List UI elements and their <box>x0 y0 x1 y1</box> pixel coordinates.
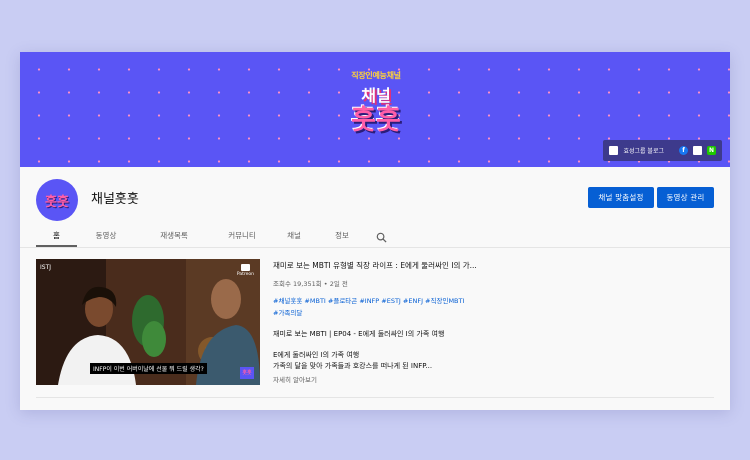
facebook-icon[interactable]: f <box>679 146 688 155</box>
brand-icon <box>240 264 250 271</box>
tab-channels[interactable]: 채널 <box>271 224 317 247</box>
video-info: 재미로 보는 MBTI 유형별 직장 라이프 : E에게 둘러싸인 I의 가..… <box>273 260 713 384</box>
thumbnail-brand-text: Patreon <box>236 272 254 277</box>
divider <box>20 247 730 248</box>
blog-icon <box>609 146 619 155</box>
description-line-1: E에게 둘러싸인 I의 가족 여행 <box>273 351 360 359</box>
divider <box>36 397 714 398</box>
channel-logo: 직장인예능채널 채널 훗훗 <box>331 70 421 152</box>
logo-mid-text: 채널 <box>361 86 391 105</box>
tab-videos[interactable]: 동영상 <box>77 224 135 247</box>
channel-header: 훗훗 채널훗훗 채널 맞춤설정 동영상 관리 홈 동영상 재생목록 커뮤니티 채… <box>20 167 730 247</box>
tab-home[interactable]: 홈 <box>36 224 77 247</box>
read-more-link[interactable]: 자세히 알아보기 <box>273 374 713 384</box>
logo-big-text: 훗훗 <box>351 105 401 136</box>
tab-community[interactable]: 커뮤니티 <box>213 224 271 247</box>
video-hashtags: #채널훗훗 #MBTI #플로타곤 #INFP #ESTJ #ENFJ #직장인… <box>273 295 503 319</box>
video-title[interactable]: 재미로 보는 MBTI 유형별 직장 라이프 : E에게 둘러싸인 I의 가..… <box>273 260 713 273</box>
banner-links: 효성그룹 블로그 f N <box>603 140 722 161</box>
avatar[interactable]: 훗훗 <box>36 179 78 221</box>
thumbnail-subtitle: INFP이 이번 어버이날에 선물 뭐 드릴 생각? <box>90 363 207 374</box>
video-thumbnail[interactable]: ISTJ Patreon INFP이 이번 어버이날에 선물 뭐 드릴 생각? … <box>36 259 260 385</box>
customize-channel-button[interactable]: 채널 맞춤설정 <box>588 187 654 208</box>
featured-video-section: ISTJ Patreon INFP이 이번 어버이날에 선물 뭐 드릴 생각? … <box>20 247 730 410</box>
thumbnail-label: ISTJ <box>40 264 52 271</box>
avatar-text: 훗훗 <box>45 194 69 210</box>
video-description: E에게 둘러싸인 I의 가족 여행 가족의 달을 맞아 가족들과 호캉스를 떠나… <box>273 350 713 372</box>
thumbnail-brand: Patreon <box>237 264 254 277</box>
thumbnail-logo: 훗훗 <box>240 367 254 379</box>
description-title: 재미로 보는 MBTI | EP04 - E에게 둘러싸인 I의 가족 여행 <box>273 330 445 338</box>
search-icon[interactable] <box>367 224 395 247</box>
hashtags-line-2[interactable]: #가족의달 <box>273 307 503 319</box>
channel-banner: 직장인예능채널 채널 훗훗 효성그룹 블로그 f N <box>20 52 730 167</box>
browser-window: 직장인예능채널 채널 훗훗 효성그룹 블로그 f N 훗훗 채널훗훗 채널 맞춤… <box>20 52 730 410</box>
description-line-2: 가족의 달을 맞아 가족들과 호캉스를 떠나게 된 INFP... <box>273 362 433 370</box>
naver-icon[interactable]: N <box>707 146 716 155</box>
manage-videos-button[interactable]: 동영상 관리 <box>657 187 714 208</box>
channel-tabs: 홈 동영상 재생목록 커뮤니티 채널 정보 <box>36 224 395 247</box>
tab-playlists[interactable]: 재생목록 <box>135 224 213 247</box>
logo-top-text: 직장인예능채널 <box>351 71 401 80</box>
video-meta: 조회수 19,351회 • 2일 전 <box>273 280 348 288</box>
link-icon[interactable] <box>693 146 702 155</box>
blog-link[interactable]: 효성그룹 블로그 <box>623 146 664 155</box>
tab-about[interactable]: 정보 <box>317 224 367 247</box>
hashtags-line-1[interactable]: #채널훗훗 #MBTI #플로타곤 #INFP #ESTJ #ENFJ #직장인… <box>273 295 503 307</box>
channel-name: 채널훗훗 <box>91 192 139 207</box>
